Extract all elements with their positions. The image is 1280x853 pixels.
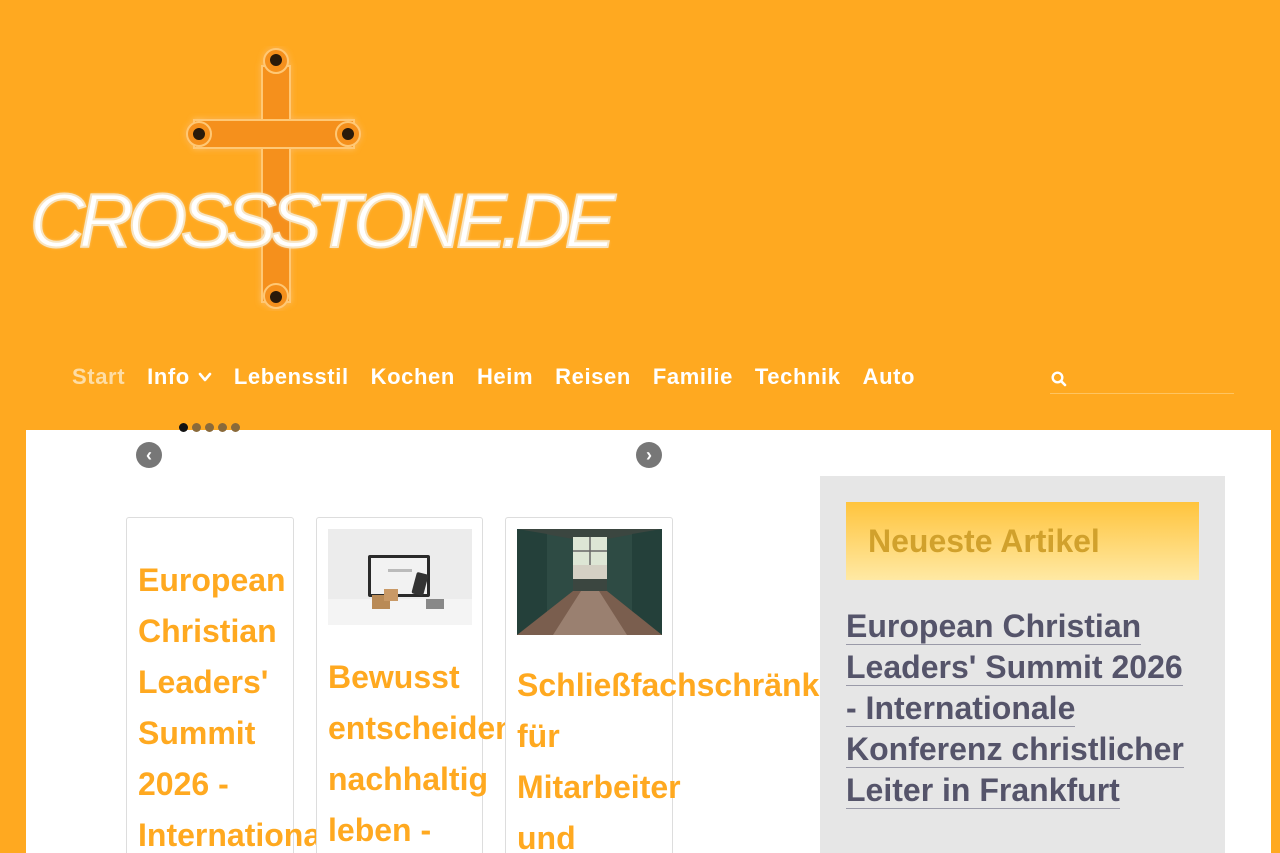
nav-item-info[interactable]: Info bbox=[147, 364, 212, 390]
slider-dot[interactable] bbox=[205, 423, 214, 432]
nav-item-label: Technik bbox=[754, 364, 841, 389]
post-title[interactable]: Schließfachschränke für Mitarbeiter und bbox=[517, 660, 837, 853]
widget-header: Neueste Artikel bbox=[846, 502, 1199, 580]
nav-item-lebensstil[interactable]: Lebensstil bbox=[234, 364, 349, 390]
nav-item-label: Familie bbox=[652, 364, 733, 389]
nav-item-label: Heim bbox=[476, 364, 534, 389]
site-logo[interactable]: CROSSSTONE.DE bbox=[28, 46, 616, 311]
chevron-right-icon: › bbox=[646, 445, 652, 465]
post-thumbnail-image[interactable] bbox=[517, 529, 662, 635]
widget-title: Neueste Artikel bbox=[868, 522, 1100, 559]
slider-pagination bbox=[179, 423, 240, 432]
post-title[interactable]: Bewusst entscheiden: nachhaltig leben - bbox=[328, 652, 525, 853]
search-input[interactable] bbox=[1074, 368, 1224, 387]
nav-item-familie[interactable]: Familie bbox=[653, 364, 733, 390]
slider-dot[interactable] bbox=[218, 423, 227, 432]
search-bar bbox=[1050, 362, 1234, 394]
post-thumbnail-image[interactable] bbox=[328, 529, 472, 625]
nav-item-auto[interactable]: Auto bbox=[863, 364, 916, 390]
search-icon[interactable] bbox=[1050, 370, 1068, 388]
chevron-down-icon bbox=[198, 372, 212, 382]
nav-item-label: Kochen bbox=[370, 364, 455, 389]
nav-item-label: Auto bbox=[862, 364, 916, 389]
latest-article-title[interactable]: European Christian Leaders' Summit 2026 … bbox=[846, 608, 1184, 809]
sidebar-widget: Neueste Artikel European Christian Leade… bbox=[820, 476, 1225, 853]
slider-next-button[interactable]: › bbox=[636, 442, 662, 468]
post-card[interactable]: Schließfachschränke für Mitarbeiter und bbox=[505, 517, 837, 853]
nav-item-heim[interactable]: Heim bbox=[477, 364, 533, 390]
chevron-left-icon: ‹ bbox=[146, 445, 152, 465]
nav-item-start[interactable]: Start bbox=[72, 364, 125, 390]
slider-dot[interactable] bbox=[231, 423, 240, 432]
main-nav: Start Info Lebensstil Kochen Heim Reisen… bbox=[72, 362, 937, 392]
slider-dot[interactable] bbox=[179, 423, 188, 432]
nav-item-reisen[interactable]: Reisen bbox=[555, 364, 631, 390]
nav-item-kochen[interactable]: Kochen bbox=[371, 364, 455, 390]
post-card[interactable]: Bewusst entscheiden: nachhaltig leben - bbox=[316, 517, 525, 853]
logo-text: CROSSSTONE.DE bbox=[29, 179, 616, 264]
slider-prev-button[interactable]: ‹ bbox=[136, 442, 162, 468]
nav-item-label: Lebensstil bbox=[233, 364, 349, 389]
nav-item-label: Info bbox=[147, 364, 190, 389]
post-card[interactable]: European Christian Leaders' Summit 2026 … bbox=[126, 517, 348, 853]
nav-item-label: Reisen bbox=[555, 364, 631, 389]
slider-dot[interactable] bbox=[192, 423, 201, 432]
nav-item-label: Start bbox=[72, 364, 126, 389]
latest-article-link[interactable]: European Christian Leaders' Summit 2026 … bbox=[846, 606, 1191, 811]
nav-item-technik[interactable]: Technik bbox=[755, 364, 841, 390]
